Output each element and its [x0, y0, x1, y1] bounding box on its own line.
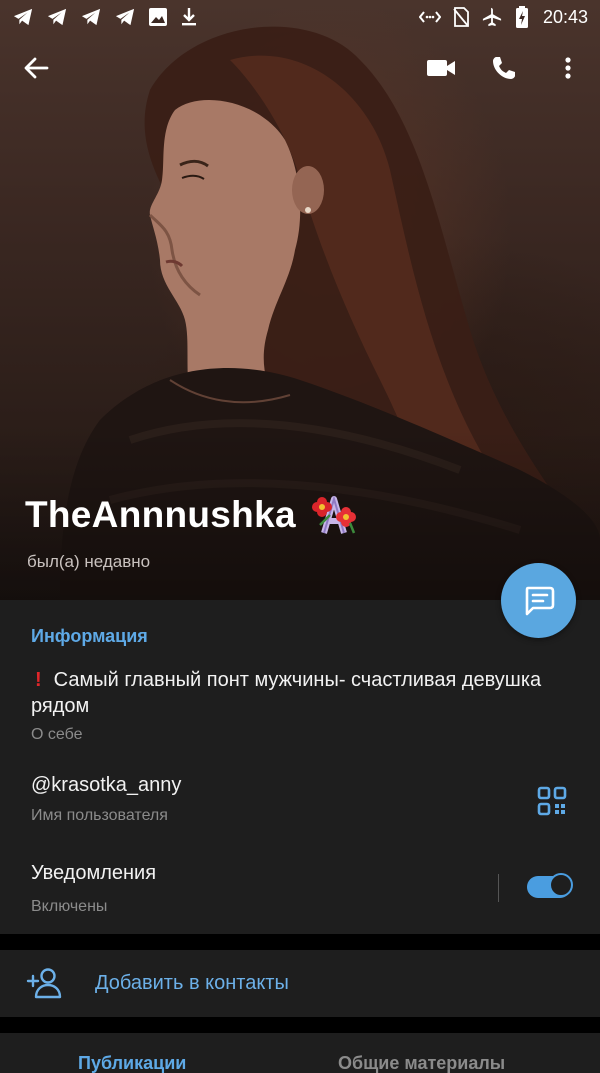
bio-text-row[interactable]: ! Самый главный понт мужчины- счастливая … — [31, 667, 551, 719]
video-call-button[interactable] — [419, 46, 463, 90]
bio-text: Самый главный понт мужчины- счастливая д… — [31, 669, 542, 717]
no-sim-icon — [453, 7, 469, 27]
status-bar: 20:43 — [0, 0, 600, 34]
notifications-label[interactable]: Уведомления — [31, 862, 156, 885]
more-vert-icon — [565, 57, 571, 79]
back-button[interactable] — [14, 46, 58, 90]
telegram-icon — [115, 8, 135, 26]
toggle-knob — [549, 873, 573, 897]
tab-shared-media[interactable]: Общие материалы — [338, 1053, 505, 1073]
username-value[interactable]: @krasotka_anny — [31, 774, 181, 797]
send-message-button[interactable] — [501, 563, 576, 638]
info-section-title: Информация — [31, 626, 148, 646]
exclamation-emoji-icon: ! — [35, 669, 42, 691]
telegram-icon — [81, 8, 101, 26]
status-right-icons: 20:43 — [418, 6, 588, 28]
video-call-icon — [427, 60, 455, 76]
status-time: 20:43 — [542, 6, 588, 27]
voice-call-button[interactable] — [482, 46, 526, 90]
username-label: Имя пользователя — [31, 807, 168, 824]
toolbar — [0, 40, 600, 96]
tab-publications[interactable]: Публикации — [78, 1053, 186, 1073]
image-icon — [149, 8, 167, 26]
arrow-left-icon — [24, 57, 49, 79]
add-person-icon — [26, 968, 62, 999]
message-icon — [525, 586, 554, 615]
more-options-button[interactable] — [546, 46, 590, 90]
profile-name-row: TheAnnnushka — [25, 493, 358, 537]
info-panel: Информация ! Самый главный понт мужчины- … — [0, 600, 600, 934]
vertical-divider — [498, 874, 499, 902]
add-to-contacts-button[interactable]: Добавить в контакты — [0, 950, 600, 1017]
profile-name: TheAnnnushka — [25, 494, 296, 535]
telegram-icon — [47, 8, 67, 26]
airplane-icon — [482, 7, 502, 27]
notifications-status: Включены — [31, 898, 108, 915]
phone-icon — [493, 57, 515, 79]
notifications-toggle[interactable] — [527, 873, 573, 898]
bio-label: О себе — [31, 726, 83, 743]
qr-code-button[interactable] — [537, 786, 567, 816]
status-left-icons — [12, 7, 198, 27]
telegram-icon — [13, 8, 33, 26]
qr-code-icon — [537, 786, 567, 816]
download-icon — [182, 8, 196, 26]
battery-charging-icon — [515, 6, 528, 28]
add-to-contacts-label: Добавить в контакты — [95, 972, 289, 994]
flower-emoji-badge — [311, 495, 356, 534]
last-seen-status: был(а) недавно — [27, 552, 151, 571]
data-saver-icon — [418, 11, 441, 23]
media-tabs: Публикации Общие материалы — [0, 1033, 600, 1073]
